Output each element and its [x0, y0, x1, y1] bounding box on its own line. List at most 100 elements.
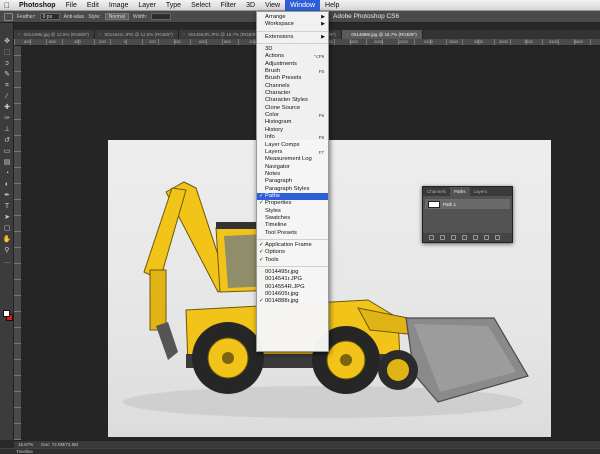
- window-menu-item-timeline[interactable]: Timeline: [257, 222, 328, 229]
- window-menu-item-character-styles[interactable]: Character Styles: [257, 97, 328, 104]
- width-input[interactable]: [151, 13, 172, 20]
- menu-filter[interactable]: Filter: [216, 0, 242, 11]
- panel-tab-layers[interactable]: Layers: [470, 187, 492, 196]
- menu-edit[interactable]: Edit: [82, 0, 104, 11]
- window-menu-item-styles[interactable]: Styles: [257, 208, 328, 215]
- trash-icon[interactable]: [495, 235, 500, 240]
- timeline-panel-tab[interactable]: Timeline: [0, 448, 600, 454]
- panel-tab-channels[interactable]: Channels: [423, 187, 450, 196]
- make-work-path-icon[interactable]: [462, 235, 467, 240]
- zoom-tool-icon[interactable]: ⚲: [2, 246, 12, 255]
- menu-file[interactable]: File: [61, 0, 82, 11]
- window-menu-item-layers[interactable]: Layers F7: [257, 149, 328, 156]
- window-menu-item-0014495r-jpg[interactable]: 0014495r.jpg: [257, 269, 328, 276]
- close-icon[interactable]: ×: [18, 30, 21, 39]
- add-mask-icon[interactable]: [473, 235, 478, 240]
- doc-tab[interactable]: × 0014554R.JPG @ 16.7% (RGB/8*): [178, 30, 265, 39]
- window-menu-item-0014541r-jpg[interactable]: 0014541r.JPG: [257, 276, 328, 283]
- window-menu-item-histogram[interactable]: Histogram: [257, 119, 328, 126]
- close-icon[interactable]: ×: [99, 30, 102, 39]
- doc-tab[interactable]: × 0014495r.jpg @ 12.5% (RGB/8*): [14, 30, 95, 39]
- dodge-tool-icon[interactable]: ◐: [2, 180, 12, 189]
- menu-type[interactable]: Type: [161, 0, 186, 11]
- gradient-tool-icon[interactable]: ▤: [2, 158, 12, 167]
- menu-select[interactable]: Select: [186, 0, 215, 11]
- path-select-tool-icon[interactable]: ➤: [2, 213, 12, 222]
- menu-view[interactable]: View: [260, 0, 285, 11]
- window-menu-item-notes[interactable]: Notes: [257, 171, 328, 178]
- window-menu-item-navigator[interactable]: Navigator: [257, 164, 328, 171]
- window-menu-item-adjustments[interactable]: Adjustments: [257, 61, 328, 68]
- style-select[interactable]: Normal: [104, 13, 129, 20]
- image-canvas[interactable]: [108, 140, 551, 437]
- window-menu-item-tool-presets[interactable]: Tool Presets: [257, 230, 328, 237]
- window-menu-item-arrange[interactable]: Arrange ▶: [257, 14, 328, 21]
- marquee-tool-preset-icon[interactable]: [4, 12, 13, 21]
- quick-select-tool-icon[interactable]: ✎: [2, 70, 12, 79]
- doc-tab[interactable]: × 0014541r.JPG @ 12.5% (RGB/8*): [95, 30, 179, 39]
- close-icon[interactable]: ×: [346, 30, 349, 39]
- document-size[interactable]: Doc: 72.0M/72.0M: [41, 442, 78, 447]
- window-menu-item-brush[interactable]: Brush F5: [257, 68, 328, 75]
- window-menu-item-swatches[interactable]: Swatches: [257, 215, 328, 222]
- hand-tool-icon[interactable]: ✋: [2, 235, 12, 244]
- window-menu-item-history[interactable]: History: [257, 127, 328, 134]
- window-menu-item-workspace[interactable]: Workspace ▶: [257, 21, 328, 28]
- vertical-ruler[interactable]: [14, 46, 21, 440]
- window-menu-item-tools[interactable]: ✓ Tools: [257, 257, 328, 264]
- window-menu-item-info[interactable]: Info F8: [257, 134, 328, 141]
- more-tools-icon[interactable]: …: [2, 257, 12, 266]
- menu-help[interactable]: Help: [320, 0, 344, 11]
- window-menu-item-paragraph-styles[interactable]: Paragraph Styles: [257, 186, 328, 193]
- window-menu-item-color[interactable]: Color F6: [257, 112, 328, 119]
- window-menu-item-properties[interactable]: ✓ Properties: [257, 200, 328, 207]
- clone-stamp-tool-icon[interactable]: ⊥: [2, 125, 12, 134]
- type-tool-icon[interactable]: T: [2, 202, 12, 211]
- window-menu-item-0014888r-jpg[interactable]: ✓ 0014888r.jpg: [257, 298, 328, 305]
- foreground-color-swatch[interactable]: [3, 310, 10, 317]
- window-menu-item-application-frame[interactable]: ✓ Application Frame: [257, 242, 328, 249]
- crop-tool-icon[interactable]: ⌗: [2, 81, 12, 90]
- new-path-icon[interactable]: [484, 235, 489, 240]
- window-menu-item-0014605r-jpg[interactable]: 0014605r.jpg: [257, 291, 328, 298]
- brush-tool-icon[interactable]: ✑: [2, 114, 12, 123]
- window-menu-item-measurement-log[interactable]: Measurement Log: [257, 156, 328, 163]
- menu-3d[interactable]: 3D: [241, 0, 260, 11]
- fill-path-icon[interactable]: [429, 235, 434, 240]
- healing-brush-tool-icon[interactable]: ✚: [2, 103, 12, 112]
- zoom-level[interactable]: 16.67%: [18, 442, 33, 447]
- close-icon[interactable]: ×: [183, 30, 186, 39]
- panel-tab-paths[interactable]: Paths: [450, 187, 470, 196]
- window-menu-item-character[interactable]: Character: [257, 90, 328, 97]
- lasso-tool-icon[interactable]: ↄ: [2, 59, 12, 68]
- window-menu-item-3d[interactable]: 3D: [257, 46, 328, 53]
- blur-tool-icon[interactable]: ◔: [2, 169, 12, 178]
- apple-icon[interactable]: : [0, 1, 14, 10]
- anti-alias-checkbox[interactable]: Anti-alias: [64, 14, 85, 20]
- menu-image[interactable]: Image: [104, 0, 133, 11]
- eraser-tool-icon[interactable]: ▭: [2, 147, 12, 156]
- window-menu-item-extensions[interactable]: Extensions ▶: [257, 34, 328, 41]
- window-menu-item-brush-presets[interactable]: Brush Presets: [257, 75, 328, 82]
- history-brush-tool-icon[interactable]: ↺: [2, 136, 12, 145]
- load-selection-icon[interactable]: [451, 235, 456, 240]
- window-menu-item-paragraph[interactable]: Paragraph: [257, 178, 328, 185]
- window-menu-item-paths[interactable]: ✓ Paths: [257, 192, 328, 201]
- move-tool-icon[interactable]: ✥: [2, 37, 12, 46]
- window-menu-item-0014554r-jpg[interactable]: 0014554R.JPG: [257, 284, 328, 291]
- marquee-tool-icon[interactable]: ⬚: [2, 48, 12, 57]
- eyedropper-tool-icon[interactable]: ⁄: [2, 92, 12, 101]
- window-menu-item-channels[interactable]: Channels: [257, 83, 328, 90]
- path-row[interactable]: Path 1: [425, 199, 510, 209]
- window-menu-item-actions[interactable]: Actions ⌥F9: [257, 53, 328, 60]
- pen-tool-icon[interactable]: ✒: [2, 191, 12, 200]
- shape-tool-icon[interactable]: ▢: [2, 224, 12, 233]
- menu-layer[interactable]: Layer: [133, 0, 161, 11]
- window-menu-item-layer-comps[interactable]: Layer Comps: [257, 142, 328, 149]
- menu-photoshop[interactable]: Photoshop: [14, 0, 61, 11]
- doc-tab-active[interactable]: × 0014888r.jpg @ 16.7% (RGB/8*): [341, 30, 423, 39]
- window-menu-item-options[interactable]: ✓ Options: [257, 249, 328, 256]
- feather-input[interactable]: 0 px: [39, 13, 60, 20]
- stroke-path-icon[interactable]: [440, 235, 445, 240]
- window-menu-item-clone-source[interactable]: Clone Source: [257, 105, 328, 112]
